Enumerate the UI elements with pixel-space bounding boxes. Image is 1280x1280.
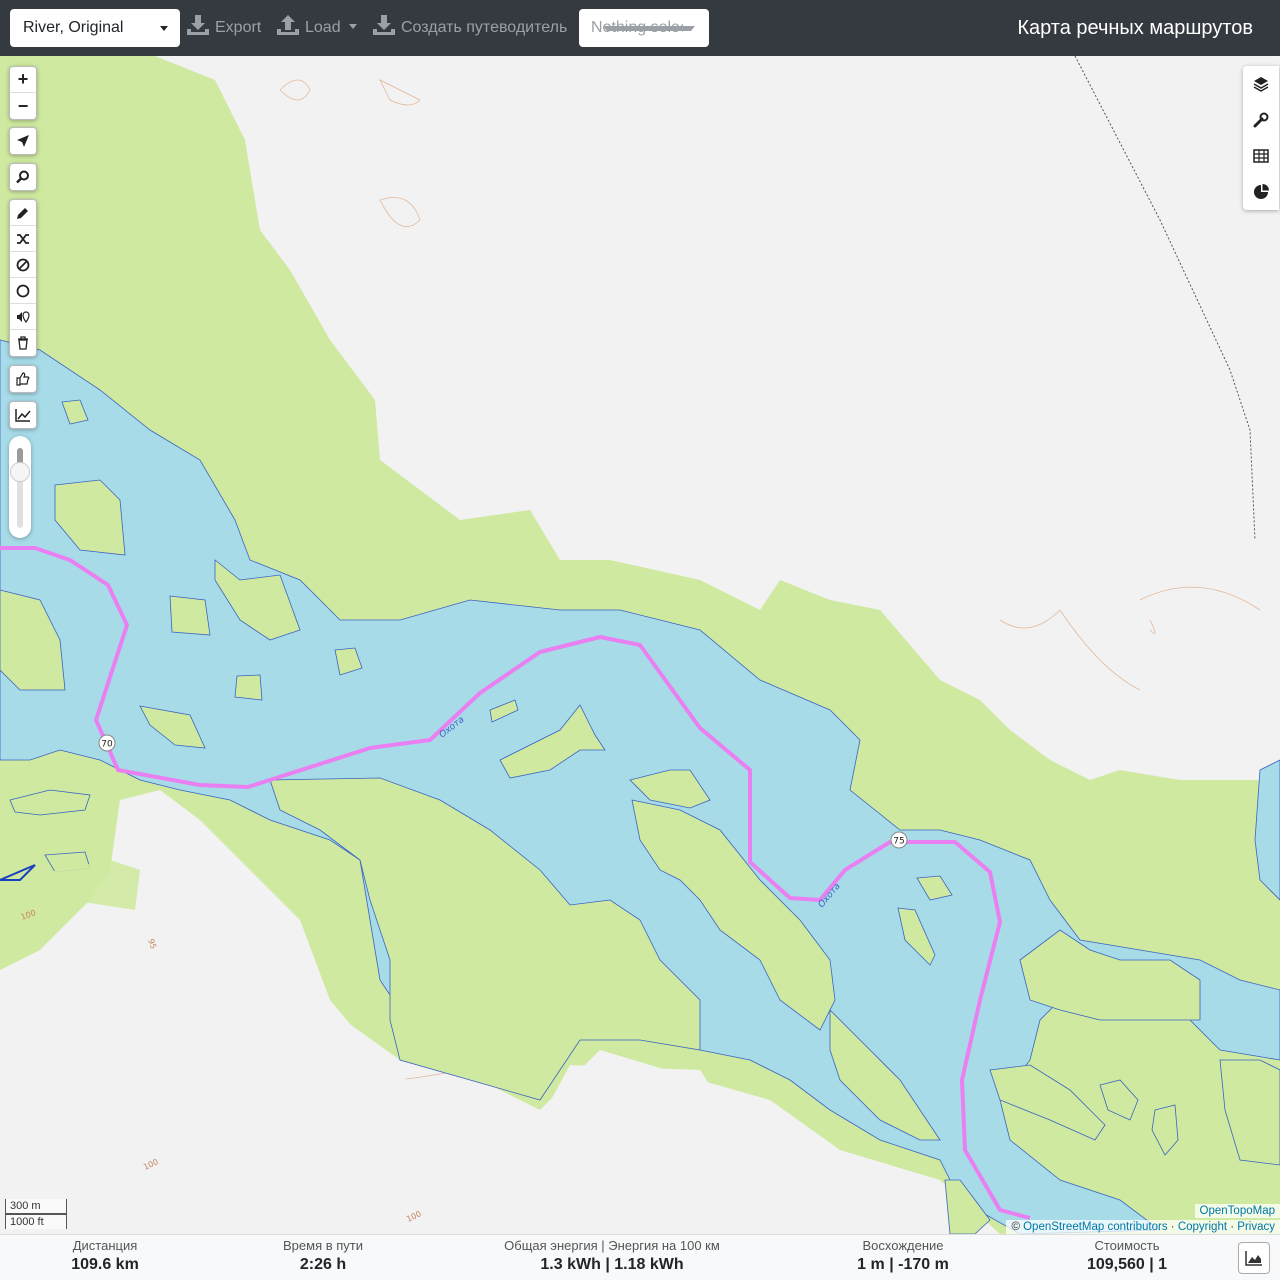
route-stats-bar: Дистанция 109.6 km Время в пути 2:26 h О… (0, 1234, 1280, 1280)
distance-value: 109.6 km (71, 1256, 139, 1273)
separator: · (1230, 1221, 1235, 1233)
layers-button[interactable] (1243, 66, 1279, 102)
scale-imperial: 1000 ft (5, 1214, 67, 1229)
elevation-button[interactable] (10, 402, 36, 428)
zoom-control: + − (9, 66, 37, 120)
circle-icon (16, 284, 30, 297)
km-marker-75: 75 (890, 831, 908, 849)
wrench-icon (1253, 112, 1269, 128)
scale-metric: 300 m (5, 1199, 67, 1214)
pencil-icon (17, 207, 28, 219)
map-attribution: OpenTopoMap © OpenStreetMap contributors… (1006, 1204, 1280, 1234)
top-navbar: River, Original Export Load Создать путе… (0, 0, 1280, 56)
ascent-value: 1 m | -170 m (857, 1256, 949, 1273)
energy-stat: Общая энергия | Энергия на 100 км 1.3 kW… (492, 1237, 732, 1276)
search-button[interactable] (10, 164, 36, 190)
opacity-slider[interactable] (9, 436, 31, 538)
trash-icon (18, 336, 28, 350)
chevron-down-icon (160, 26, 168, 31)
copyright-link[interactable]: Copyright (1178, 1221, 1227, 1233)
layers-icon (1253, 77, 1269, 92)
map-layer: 100 95 100 100 70 75 Охота Охота (0, 56, 1280, 1234)
search-control (9, 163, 37, 191)
locate-icon (17, 135, 29, 147)
load-label: Load (305, 19, 341, 36)
table-button[interactable] (1243, 138, 1279, 174)
zoom-out-button[interactable]: − (10, 93, 36, 119)
table-icon (1253, 149, 1269, 163)
osm-link[interactable]: OpenStreetMap contributors (1023, 1221, 1167, 1233)
zoom-in-button[interactable]: + (10, 67, 36, 93)
cost-label: Стоимость (1094, 1238, 1160, 1253)
ascent-stat: Восхождение 1 m | -170 m (843, 1237, 963, 1276)
selection-dropdown[interactable]: Nothing selected (579, 9, 709, 47)
create-guide-button[interactable]: Создать путеводитель (373, 9, 567, 47)
upload-icon (277, 15, 299, 35)
energy-label: Общая энергия | Энергия на 100 км (504, 1238, 720, 1253)
poi-icon (17, 310, 30, 323)
area-chart-icon (1245, 1251, 1262, 1266)
download-icon (187, 15, 209, 35)
right-control-panel (1243, 66, 1279, 210)
elevation-chart-button[interactable] (1238, 1242, 1270, 1274)
load-button[interactable]: Load (277, 9, 357, 47)
separator: · (1170, 1221, 1175, 1233)
cost-stat: Стоимость 109,560 | 1 (1067, 1237, 1187, 1276)
time-label: Время в пути (283, 1238, 363, 1253)
download-icon (373, 15, 395, 35)
cost-value: 109,560 | 1 (1086, 1256, 1168, 1273)
locate-control (9, 127, 37, 155)
distance-stat: Дистанция 109.6 km (55, 1237, 155, 1276)
draw-route-button[interactable] (10, 200, 36, 226)
shuffle-button[interactable] (10, 226, 36, 252)
energy-value: 1.3 kWh | 1.18 kWh (540, 1256, 684, 1273)
time-stat: Время в пути 2:26 h (263, 1237, 383, 1276)
shuffle-icon (17, 233, 29, 244)
no-go-area-button[interactable] (10, 252, 36, 278)
slider-handle[interactable] (10, 462, 30, 482)
profile-select[interactable]: River, Original (10, 9, 180, 47)
search-icon (16, 170, 29, 184)
ascent-label: Восхождение (862, 1238, 944, 1253)
export-label: Export (215, 19, 262, 36)
km-marker-70: 70 (98, 734, 116, 752)
create-guide-label: Создать путеводитель (401, 19, 568, 36)
elevation-icon (15, 409, 31, 422)
time-value: 2:26 h (299, 1256, 347, 1273)
chevron-down-icon (603, 26, 695, 31)
scale-bar: 300 m 1000 ft (5, 1199, 67, 1229)
privacy-link[interactable]: Privacy (1237, 1221, 1275, 1233)
pie-chart-icon (1254, 184, 1269, 199)
thumb-button[interactable] (10, 366, 36, 392)
profile-select-value: River, Original (23, 19, 124, 36)
distance-label: Дистанция (72, 1238, 138, 1253)
elevation-control (9, 401, 37, 429)
settings-button[interactable] (1243, 102, 1279, 138)
no-go-icon (16, 258, 30, 271)
chevron-down-icon (348, 24, 357, 29)
statistics-button[interactable] (1243, 174, 1279, 210)
export-button[interactable]: Export (187, 9, 261, 47)
poi-button[interactable] (10, 304, 36, 330)
locate-button[interactable] (10, 128, 36, 154)
delete-route-button[interactable] (10, 330, 36, 356)
app-title: Карта речных маршрутов (1017, 17, 1253, 39)
km-marker-label: 75 (893, 837, 904, 847)
thumb-control (9, 365, 37, 393)
circle-button[interactable] (10, 278, 36, 304)
opentopomap-link[interactable]: OpenTopoMap (1194, 1204, 1280, 1218)
map-canvas[interactable]: 100 95 100 100 70 75 Охота Охота + − 300… (0, 56, 1280, 1234)
thumb-icon (16, 372, 30, 386)
draw-control (9, 199, 37, 357)
km-marker-label: 70 (101, 740, 113, 750)
